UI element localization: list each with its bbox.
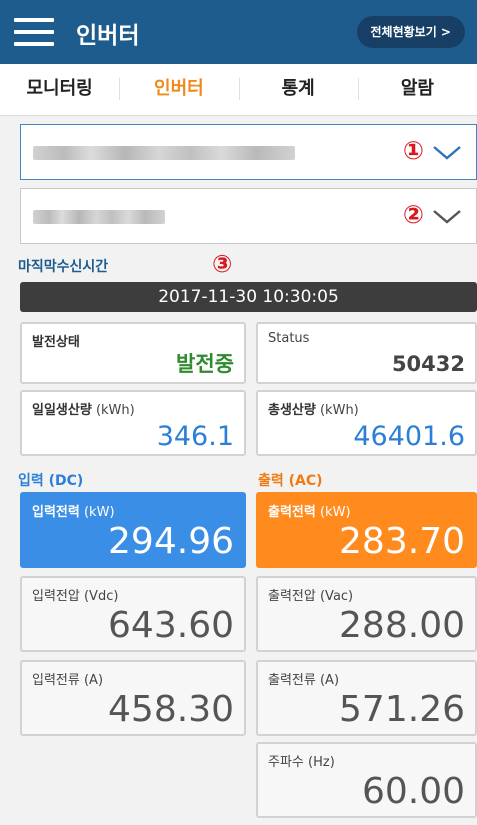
status-code-value: 50432 bbox=[391, 352, 465, 376]
output-power-unit: (kW) bbox=[319, 505, 351, 520]
output-ac-heading: 출력 (AC) bbox=[258, 473, 323, 489]
tab-statistics[interactable]: 통계 bbox=[238, 64, 358, 115]
output-power-card: 출력전력 (kW) 283.70 bbox=[256, 492, 477, 568]
tab-inverter[interactable]: 인버터 bbox=[119, 64, 238, 115]
output-current-card: 출력전류 (A) 571.26 bbox=[256, 660, 477, 736]
input-power-value: 294.96 bbox=[108, 521, 234, 562]
input-current-card: 입력전류 (A) 458.30 bbox=[20, 660, 246, 736]
last-received-datetime: 2017-11-30 10:30:05 bbox=[20, 282, 477, 312]
frequency-value: 60.00 bbox=[361, 771, 465, 812]
chevron-down-icon bbox=[433, 146, 461, 160]
site-select[interactable]: ① bbox=[20, 124, 477, 180]
generation-status-label: 발전상태 bbox=[32, 335, 80, 350]
output-voltage-card: 출력전압 (Vac) 288.00 bbox=[256, 576, 477, 652]
hamburger-menu-icon[interactable] bbox=[14, 18, 54, 46]
marker-3: ③ bbox=[212, 250, 233, 278]
generation-status-value: 발전중 bbox=[176, 352, 234, 376]
total-energy-value: 46401.6 bbox=[353, 421, 465, 452]
site-select-value-redacted bbox=[33, 146, 295, 160]
input-current-label: 입력전류 bbox=[32, 673, 80, 688]
daily-energy-unit: (kWh) bbox=[95, 403, 135, 418]
input-power-card: 입력전력 (kW) 294.96 bbox=[20, 492, 246, 568]
output-voltage-value: 288.00 bbox=[339, 605, 465, 646]
output-voltage-unit: (Vac) bbox=[319, 589, 354, 604]
marker-2: ② bbox=[402, 200, 424, 229]
inverter-select[interactable]: ② bbox=[20, 188, 477, 244]
chevron-down-icon bbox=[433, 210, 461, 224]
input-voltage-card: 입력전압 (Vdc) 643.60 bbox=[20, 576, 246, 652]
output-power-value: 283.70 bbox=[339, 521, 465, 562]
input-current-value: 458.30 bbox=[108, 689, 234, 730]
total-energy-label: 총생산량 bbox=[268, 403, 316, 418]
output-power-label: 출력전력 bbox=[268, 505, 316, 520]
input-voltage-label: 입력전압 bbox=[32, 589, 80, 604]
input-voltage-unit: (Vdc) bbox=[83, 589, 119, 604]
daily-energy-label: 일일생산량 bbox=[32, 403, 92, 418]
page-title: 인버터 bbox=[76, 23, 140, 49]
marker-1: ① bbox=[402, 136, 424, 165]
input-dc-heading: 입력 (DC) bbox=[18, 473, 84, 489]
total-energy-card: 총생산량 (kWh) 46401.6 bbox=[256, 390, 477, 456]
output-current-value: 571.26 bbox=[339, 689, 465, 730]
frequency-label: 주파수 bbox=[268, 755, 304, 770]
generation-status-card: 발전상태 발전중 bbox=[20, 322, 246, 384]
input-voltage-value: 643.60 bbox=[108, 605, 234, 646]
tab-monitoring[interactable]: 모니터링 bbox=[0, 64, 119, 115]
daily-energy-card: 일일생산량 (kWh) 346.1 bbox=[20, 390, 246, 456]
input-current-unit: (A) bbox=[83, 673, 104, 688]
top-bar: 인버터 전체현황보기 > bbox=[0, 0, 477, 64]
frequency-unit: (Hz) bbox=[308, 755, 335, 770]
output-current-label: 출력전류 bbox=[268, 673, 316, 688]
output-current-unit: (A) bbox=[319, 673, 340, 688]
input-power-unit: (kW) bbox=[83, 505, 115, 520]
input-power-label: 입력전력 bbox=[32, 505, 80, 520]
frequency-card: 주파수 (Hz) 60.00 bbox=[256, 742, 477, 818]
output-voltage-label: 출력전압 bbox=[268, 589, 316, 604]
status-code-label: Status bbox=[268, 331, 310, 346]
daily-energy-value: 346.1 bbox=[156, 421, 234, 452]
total-energy-unit: (kWh) bbox=[319, 403, 359, 418]
last-received-label: 마직막수신시간 bbox=[18, 259, 109, 275]
tab-bar: 모니터링 인버터 통계 알람 bbox=[0, 64, 477, 116]
tab-alarm[interactable]: 알람 bbox=[357, 64, 477, 115]
status-code-card: Status 50432 bbox=[256, 322, 477, 384]
inverter-select-value-redacted bbox=[33, 210, 165, 224]
overall-status-button[interactable]: 전체현황보기 > bbox=[356, 16, 465, 48]
